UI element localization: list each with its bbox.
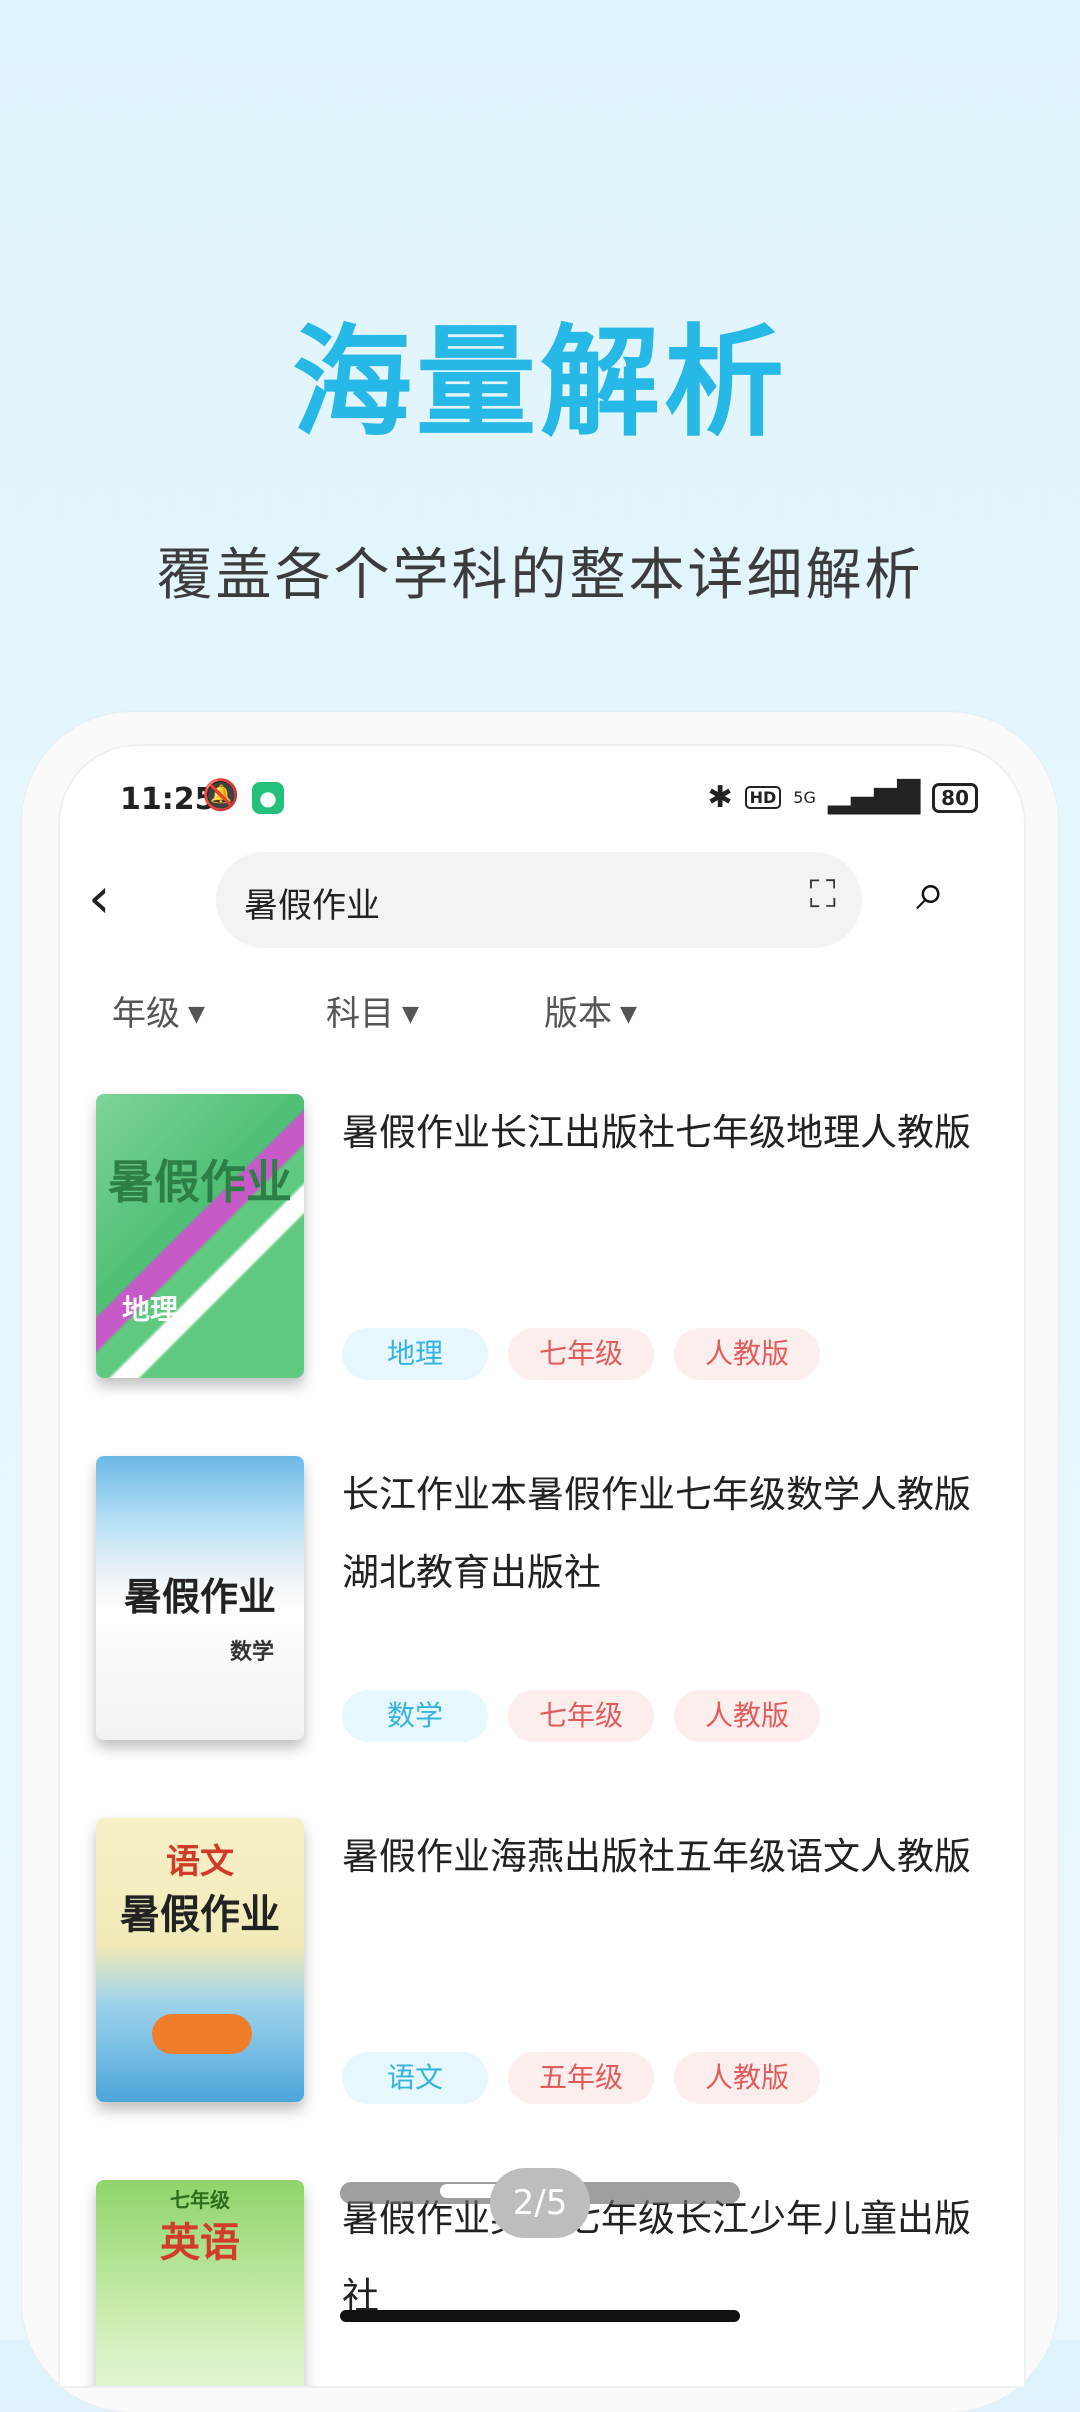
tag-edition: 人教版 — [674, 2052, 820, 2104]
filter-grade[interactable]: 年级 ▼ — [112, 986, 205, 1035]
cover-subject: 七年级 — [170, 2188, 230, 2212]
list-item[interactable]: 语文 暑假作业 暑假作业海燕出版社五年级语文人教版 语文 五年级 人教版 — [60, 1818, 1024, 2158]
list-item[interactable]: 暑假作业 地理 暑假作业长江出版社七年级地理人教版 地理 七年级 人教版 — [60, 1094, 1024, 1434]
home-indicator[interactable] — [340, 2310, 740, 2322]
tag-subject: 语文 — [342, 2052, 488, 2104]
cover-subject: 数学 — [229, 1639, 274, 1665]
cover-subject: 语文 — [166, 1842, 234, 1882]
hd-icon: HD — [744, 786, 782, 809]
item-title[interactable]: 暑假作业海燕出版社五年级语文人教版 — [342, 1818, 982, 1896]
search-bar: ‹ 暑假作业 ⛶ ⌕ — [60, 846, 1024, 948]
tag-edition: 人教版 — [674, 1690, 820, 1742]
book-cover: 暑假作业 地理 — [96, 1094, 304, 1378]
filter-edition-label: 版本 — [544, 994, 612, 1034]
network-label: 5G — [793, 788, 816, 807]
filter-bar: 年级 ▼ 科目 ▼ 版本 ▼ — [60, 986, 1024, 1046]
kayak-illustration — [152, 2014, 252, 2054]
tag-group: 数学 七年级 人教版 — [342, 1690, 820, 1742]
back-arrow-icon[interactable]: ‹ — [88, 866, 110, 931]
scan-icon[interactable]: ⛶ — [809, 872, 836, 917]
battery-indicator: 80 — [932, 782, 978, 813]
book-cover: 七年级 英语 — [96, 2180, 304, 2386]
book-cover: 暑假作业 数学 — [96, 1456, 304, 1740]
tag-grade: 五年级 — [508, 2052, 654, 2104]
search-query[interactable]: 暑假作业 — [244, 878, 380, 927]
promo-subheadline: 覆盖各个学科的整本详细解析 — [156, 543, 924, 608]
item-title[interactable]: 长江作业本暑假作业七年级数学人教版湖北教育出版社 — [342, 1456, 982, 1612]
search-icon[interactable]: ⌕ — [916, 862, 945, 923]
page-indicator: 2/5 — [490, 2168, 590, 2238]
tag-grade: 七年级 — [508, 1690, 654, 1742]
phone-screen: 11:25 🔕 ● ✱ HD 5G ▂▄▆█ 80 ‹ 暑假作业 ⛶ ⌕ 年级 ▼… — [58, 744, 1026, 2388]
filter-grade-label: 年级 — [112, 994, 180, 1034]
cover-title: 暑假作业 — [120, 1891, 280, 1938]
book-cover: 语文 暑假作业 — [96, 1818, 304, 2102]
search-input[interactable]: 暑假作业 ⛶ — [216, 852, 862, 948]
caret-down-icon: ▼ — [620, 1002, 637, 1027]
tag-edition: 人教版 — [674, 1328, 820, 1380]
filter-subject[interactable]: 科目 ▼ — [326, 986, 419, 1035]
bluetooth-icon: ✱ — [707, 780, 733, 815]
filter-edition[interactable]: 版本 ▼ — [544, 986, 637, 1035]
promo-headline: 海量解析 — [292, 312, 788, 453]
cover-subject: 地理 — [122, 1293, 179, 1326]
item-title[interactable]: 暑假作业长江出版社七年级地理人教版 — [342, 1094, 982, 1172]
tag-group: 语文 五年级 人教版 — [342, 2052, 820, 2104]
caret-down-icon: ▼ — [402, 1002, 419, 1027]
signal-icon: ▂▄▆█ — [827, 780, 921, 815]
cover-title: 英语 — [160, 2219, 240, 2266]
tag-subject: 数学 — [342, 1690, 488, 1742]
list-item[interactable]: 暑假作业 数学 长江作业本暑假作业七年级数学人教版湖北教育出版社 数学 七年级 … — [60, 1456, 1024, 1796]
caret-down-icon: ▼ — [188, 1002, 205, 1027]
cover-title: 暑假作业 — [108, 1155, 292, 1209]
app-notification-icon: ● — [252, 782, 284, 814]
status-bar: 11:25 🔕 ● ✱ HD 5G ▂▄▆█ 80 — [60, 746, 1024, 826]
tag-subject: 地理 — [342, 1328, 488, 1380]
tag-grade: 七年级 — [508, 1328, 654, 1380]
filter-subject-label: 科目 — [326, 994, 394, 1034]
cover-title: 暑假作业 — [123, 1574, 276, 1619]
tag-group: 地理 七年级 人教版 — [342, 1328, 820, 1380]
mute-icon: 🔕 — [202, 778, 240, 813]
